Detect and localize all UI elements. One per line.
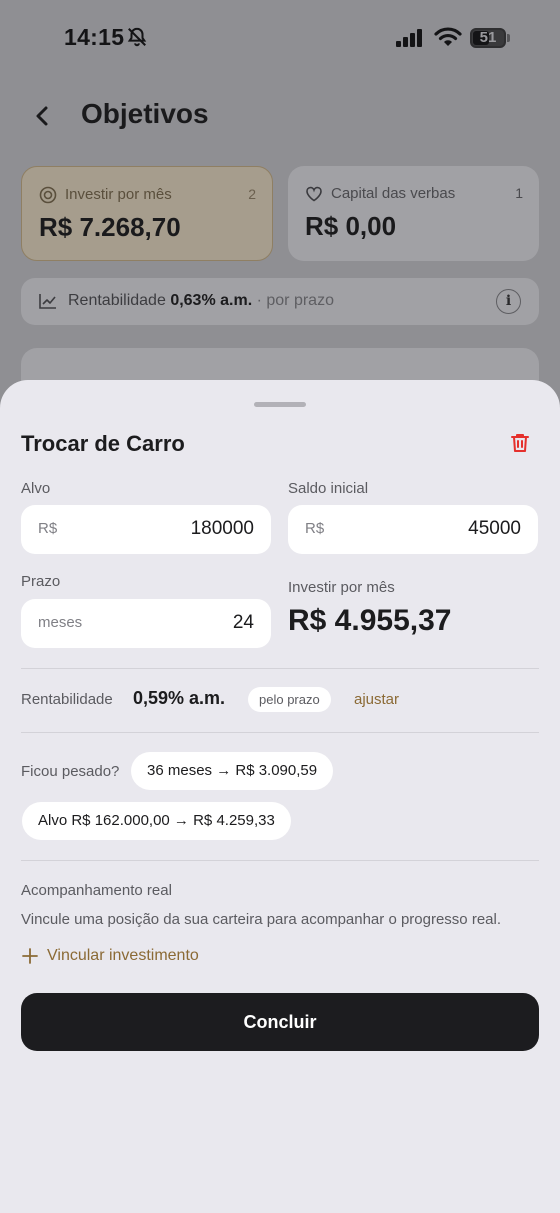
plus-icon (22, 948, 38, 964)
signal-icon (396, 29, 422, 47)
back-chevron-icon[interactable] (28, 100, 58, 132)
info-icon[interactable]: i (496, 289, 521, 314)
extend-term-suggestion[interactable]: 36 meses → R$ 3.090,59 (131, 752, 334, 790)
term-mode-chip: pelo prazo (248, 687, 331, 712)
divider (21, 668, 539, 669)
card-label: Capital das verbas (331, 185, 456, 202)
chart-line-icon (39, 294, 56, 309)
target-value: 180000 (190, 518, 254, 539)
divider (21, 732, 539, 733)
tracking-title: Acompanhamento real (21, 882, 172, 899)
target-label: Alvo (21, 480, 51, 497)
term-label: Prazo (21, 573, 61, 590)
sheet-title: Trocar de Carro (21, 431, 185, 456)
rentability-banner-text: Rentabilidade 0,63% a.m. · por prazo (68, 292, 334, 310)
rentability-value: 0,59% a.m. (133, 688, 226, 708)
card-value: R$ 7.268,70 (39, 212, 181, 242)
card-count: 2 (248, 186, 256, 202)
status-time: 14:15 (64, 24, 125, 50)
card-label: Investir por mês (65, 186, 172, 203)
wifi-icon (434, 27, 462, 46)
rentability-banner-value: 0,63% a.m. (170, 292, 253, 309)
conclude-button[interactable]: Concluir (21, 993, 539, 1051)
currency-prefix: R$ (305, 520, 325, 537)
card-value: R$ 0,00 (305, 211, 397, 241)
heart-icon (306, 186, 322, 202)
currency-prefix: R$ (38, 520, 58, 537)
initial-balance-field[interactable]: R$ 45000 (288, 505, 538, 554)
term-field[interactable]: meses 24 (21, 599, 271, 648)
battery-level: 51 (479, 29, 497, 46)
target-field[interactable]: R$ 180000 (21, 505, 271, 554)
bell-slash-icon (127, 27, 147, 47)
initial-balance-label: Saldo inicial (288, 480, 369, 497)
status-bar: 14:15 51 (0, 0, 560, 76)
tracking-description: Vincule uma posição da sua carteira para… (21, 911, 501, 928)
monthly-label: Investir por mês (288, 579, 395, 596)
card-count: 1 (515, 185, 523, 201)
page-title: Objetivos (81, 98, 209, 129)
adjust-rentability-link[interactable]: ajustar (354, 691, 399, 708)
summary-card-capital[interactable]: Capital das verbas 1 R$ 0,00 (288, 166, 539, 261)
trash-icon[interactable] (508, 431, 532, 455)
goal-edit-sheet: Trocar de Carro Alvo R$ 180000 Saldo ini… (0, 380, 560, 1213)
rentability-label: Rentabilidade (21, 691, 113, 708)
target-icon (39, 186, 57, 204)
rentability-banner-prefix: Rentabilidade (68, 292, 166, 309)
sheet-grabber[interactable] (254, 402, 306, 407)
monthly-value: R$ 4.955,37 (288, 604, 452, 637)
rentability-banner-suffix: · por prazo (256, 292, 334, 309)
battery-icon: 51 (470, 28, 506, 48)
heavy-label: Ficou pesado? (21, 763, 120, 780)
initial-balance-value: 45000 (468, 518, 521, 539)
summary-card-invest[interactable]: Investir por mês 2 R$ 7.268,70 (21, 166, 273, 261)
months-prefix: meses (38, 614, 83, 631)
term-value: 24 (232, 612, 254, 633)
lower-target-suggestion[interactable]: Alvo R$ 162.000,00 → R$ 4.259,33 (22, 802, 291, 840)
link-investment-label: Vincular investimento (47, 947, 199, 964)
rentability-banner: Rentabilidade 0,63% a.m. · por prazo i (21, 278, 539, 325)
battery-cap (507, 34, 510, 42)
divider (21, 860, 539, 861)
